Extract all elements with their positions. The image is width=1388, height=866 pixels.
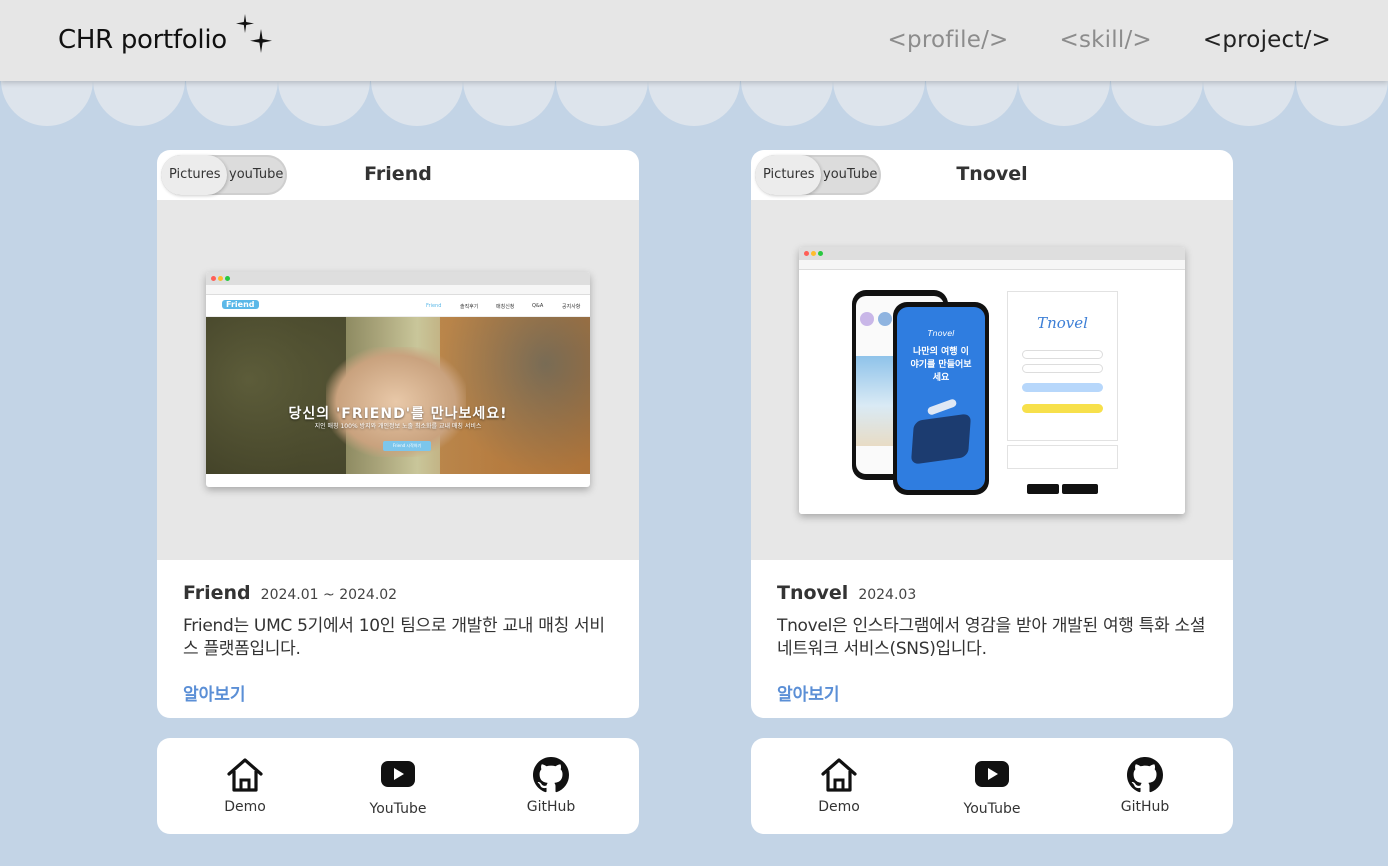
browser-mockup: Tnovel 나만의 여행 이야기를 만들어보세요 Tnovel bbox=[799, 247, 1185, 514]
main-nav: <profile/> <skill/> <project/> bbox=[888, 27, 1331, 53]
github-icon bbox=[533, 757, 569, 793]
project-links-tnovel: Demo YouTube GitHub bbox=[751, 738, 1233, 834]
home-icon bbox=[821, 758, 857, 792]
project-preview: Friend Friend 솔직후기 매칭신청 Q&A 공지사항 당신의 'FR… bbox=[157, 200, 639, 560]
demo-label: Demo bbox=[224, 799, 266, 815]
friend-logo: Friend bbox=[222, 300, 259, 309]
card-top-bar: Pictures youTube Tnovel bbox=[751, 150, 1233, 200]
project-card-friend: Pictures youTube Friend Friend Friend 솔직… bbox=[157, 150, 639, 718]
phone-logo: Tnovel bbox=[927, 329, 955, 338]
friend-start-button: Friend 시작하기 bbox=[383, 441, 431, 451]
youtube-label: YouTube bbox=[963, 801, 1021, 817]
demo-label: Demo bbox=[818, 799, 860, 815]
card-top-bar: Pictures youTube Friend bbox=[157, 150, 639, 200]
friend-menu-2: 솔직후기 bbox=[460, 304, 479, 310]
card-title: Friend bbox=[364, 163, 432, 185]
top-header: CHR portfolio <profile/> <skill/> <proje… bbox=[0, 0, 1388, 81]
github-label: GitHub bbox=[526, 799, 576, 815]
brand-title: CHR portfolio bbox=[58, 25, 227, 55]
card-title: Tnovel bbox=[956, 163, 1028, 185]
friend-menu-3: 매칭신청 bbox=[496, 304, 515, 310]
project-description: Tnovel은 인스타그램에서 영감을 받아 개발된 여행 특화 소셜 네트워크… bbox=[777, 616, 1206, 659]
project-date: 2024.01 ~ 2024.02 bbox=[260, 587, 398, 603]
login-panel: Tnovel bbox=[1007, 291, 1118, 441]
github-link[interactable]: GitHub bbox=[506, 757, 596, 815]
youtube-link[interactable]: YouTube bbox=[353, 757, 443, 817]
home-icon bbox=[227, 758, 263, 792]
app-store-badges bbox=[1027, 484, 1098, 494]
youtube-icon bbox=[381, 761, 415, 787]
github-icon bbox=[1127, 757, 1163, 793]
nav-profile[interactable]: <profile/> bbox=[888, 27, 1009, 53]
project-name: Friend bbox=[183, 582, 251, 604]
demo-link[interactable]: Demo bbox=[794, 757, 884, 815]
friend-subline: 지인 매칭 100% 방지와 개인정보 노출 최소화를 교내 매칭 서비스 bbox=[314, 423, 482, 430]
demo-link[interactable]: Demo bbox=[200, 757, 290, 815]
learn-more-link[interactable]: 알아보기 bbox=[777, 680, 840, 705]
scalloped-divider bbox=[1, 81, 1388, 126]
tnovel-logo: Tnovel bbox=[1037, 314, 1088, 332]
learn-more-link[interactable]: 알아보기 bbox=[183, 680, 246, 705]
github-label: GitHub bbox=[1120, 799, 1170, 815]
nav-skill[interactable]: <skill/> bbox=[1060, 27, 1152, 53]
card-body: Tnovel 2024.03 Tnovel은 인스타그램에서 영감을 받아 개발… bbox=[751, 560, 1233, 718]
brand[interactable]: CHR portfolio bbox=[58, 14, 275, 56]
nav-project[interactable]: <project/> bbox=[1203, 27, 1331, 53]
phone-front: Tnovel 나만의 여행 이야기를 만들어보세요 bbox=[893, 302, 989, 495]
project-date: 2024.03 bbox=[858, 587, 917, 603]
card-body: Friend 2024.01 ~ 2024.02 Friend는 UMC 5기에… bbox=[157, 560, 639, 718]
friend-menu-4: Q&A bbox=[532, 303, 544, 309]
project-name: Tnovel bbox=[777, 582, 849, 604]
github-link[interactable]: GitHub bbox=[1100, 757, 1190, 815]
youtube-label: YouTube bbox=[369, 801, 427, 817]
sparkle-icon bbox=[235, 14, 272, 53]
youtube-link[interactable]: YouTube bbox=[947, 757, 1037, 817]
project-preview: Tnovel 나만의 여행 이야기를 만들어보세요 Tnovel bbox=[751, 200, 1233, 560]
friend-hero: 당신의 'FRIEND'를 만나보세요! 지인 매칭 100% 방지와 개인정보… bbox=[206, 317, 590, 474]
project-links-friend: Demo YouTube GitHub bbox=[157, 738, 639, 834]
phone-text: 나만의 여행 이야기를 만들어보세요 bbox=[910, 347, 972, 383]
friend-menu-1: Friend bbox=[426, 303, 442, 309]
project-description: Friend는 UMC 5기에서 10인 팀으로 개발한 교내 매칭 서비스 플… bbox=[183, 616, 605, 659]
friend-headline: 당신의 'FRIEND'를 만나보세요! bbox=[288, 406, 508, 422]
friend-menu-5: 공지사항 bbox=[562, 304, 581, 310]
project-card-tnovel: Pictures youTube Tnovel Tnovel 나만의 여행 이야… bbox=[751, 150, 1233, 718]
signup-panel bbox=[1007, 445, 1118, 469]
browser-mockup: Friend Friend 솔직후기 매칭신청 Q&A 공지사항 당신의 'FR… bbox=[206, 272, 590, 487]
youtube-icon bbox=[975, 761, 1009, 787]
